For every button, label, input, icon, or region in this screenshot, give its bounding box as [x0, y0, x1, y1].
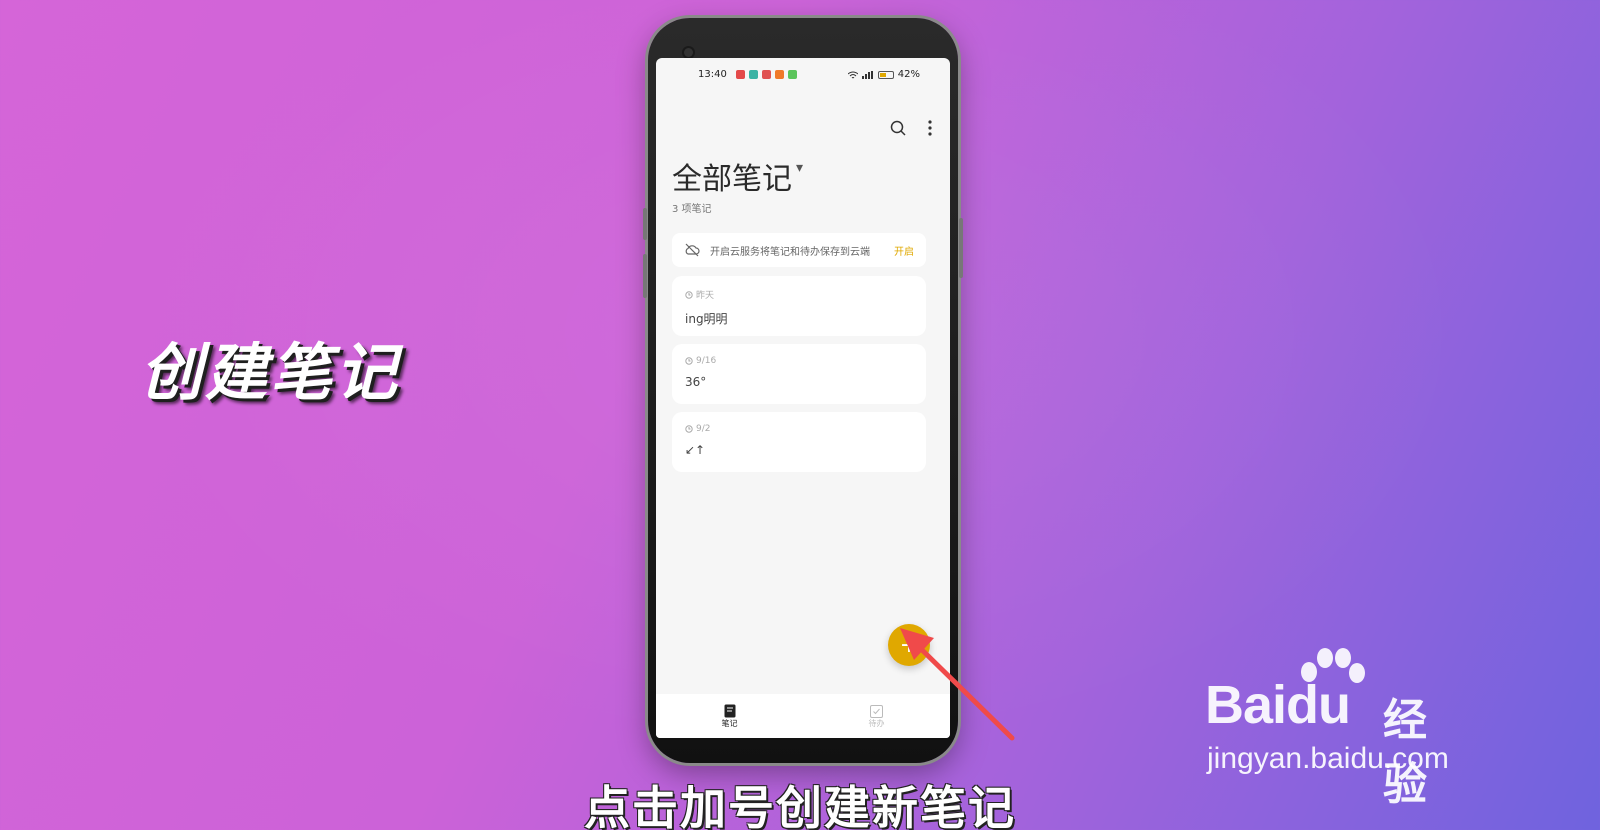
caption: 点击加号创建新笔记	[584, 781, 1016, 830]
watermark-logo: Baidu	[1205, 675, 1351, 735]
watermark-url: jingyan.baidu.com	[1207, 742, 1449, 775]
